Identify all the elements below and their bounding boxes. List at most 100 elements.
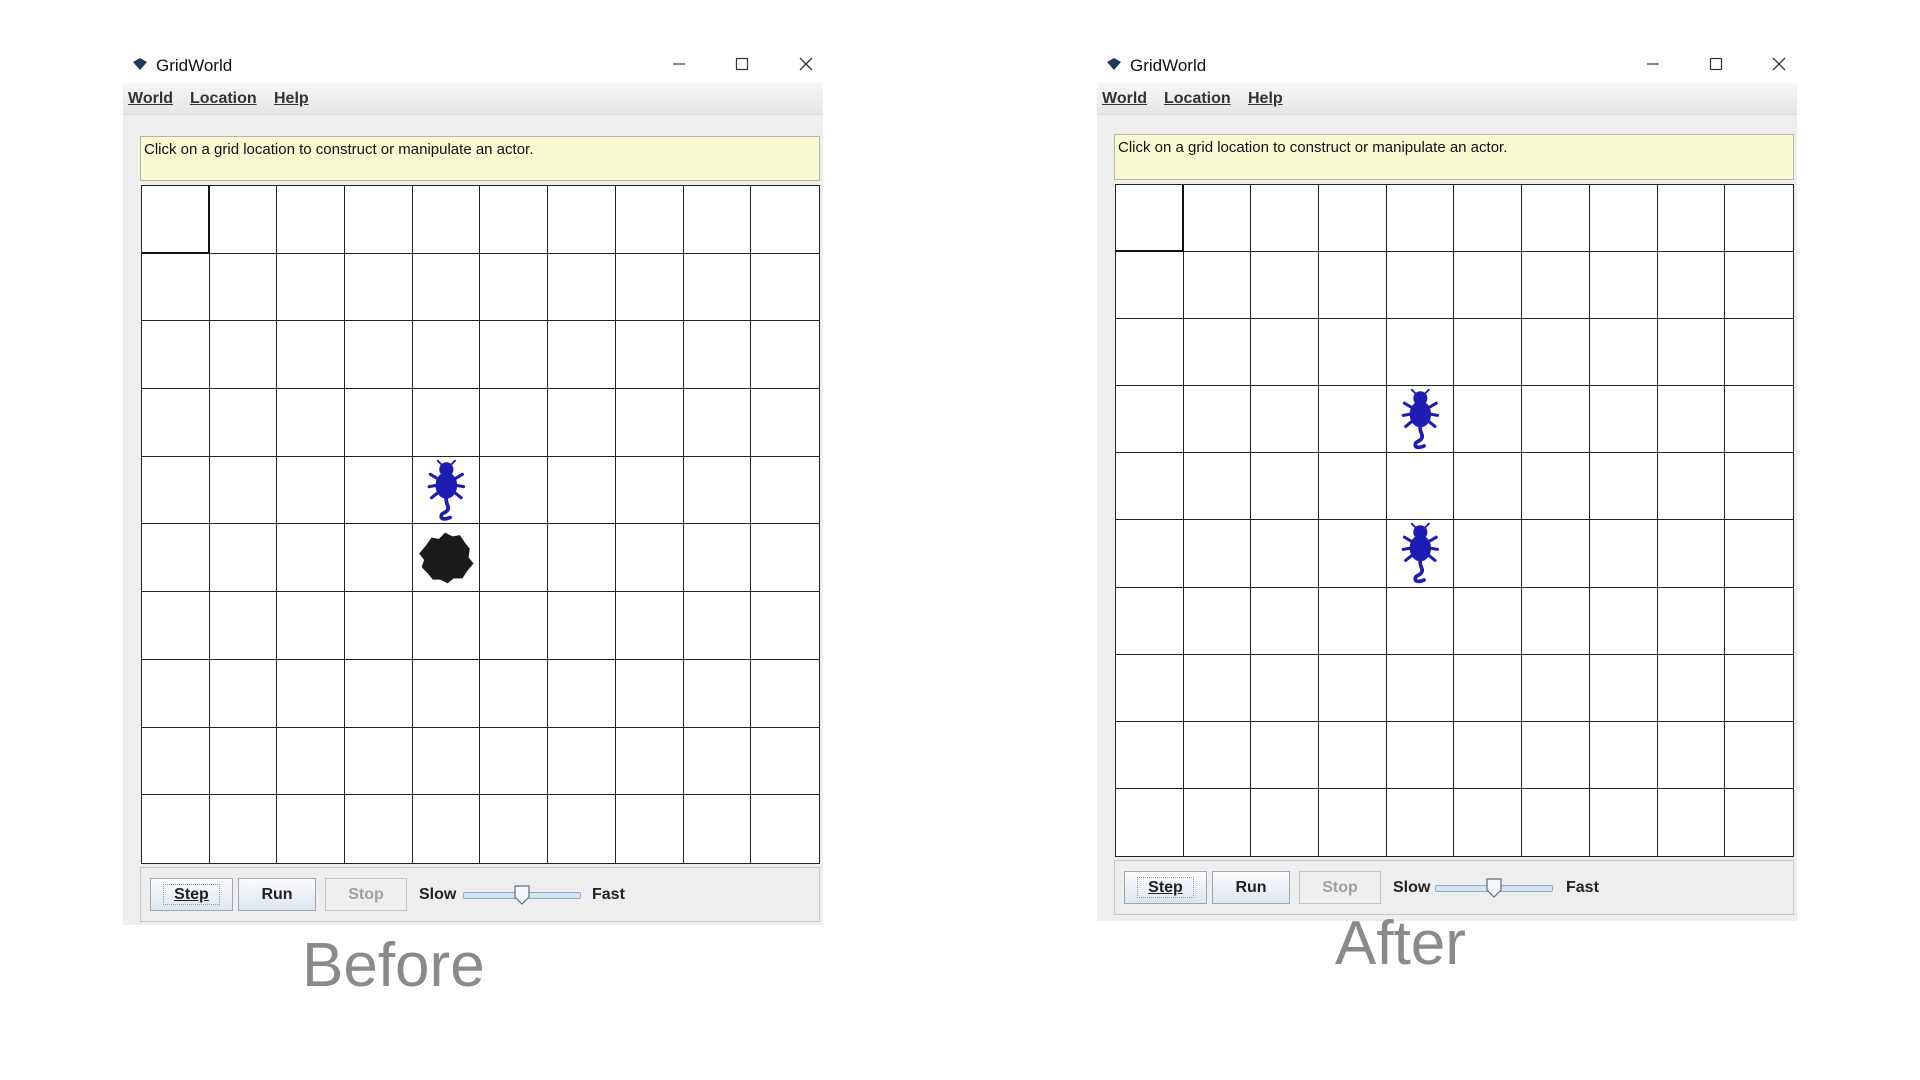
speed-slider[interactable]	[1435, 878, 1553, 898]
grid-cell[interactable]	[1657, 252, 1726, 320]
grid-cell[interactable]	[480, 727, 549, 796]
grid-cell[interactable]	[1589, 654, 1658, 722]
grid-cell[interactable]	[1116, 587, 1184, 655]
grid-cell-selected[interactable]	[142, 186, 210, 254]
grid-cell[interactable]	[548, 727, 616, 796]
menu-location[interactable]: Location	[190, 90, 257, 108]
grid-cell[interactable]	[751, 321, 819, 390]
grid-cell[interactable]	[1522, 252, 1590, 320]
grid-cell[interactable]	[1454, 319, 1523, 387]
grid-cell[interactable]	[1319, 319, 1387, 387]
grid-cell[interactable]	[1251, 654, 1320, 722]
grid-cell[interactable]	[1725, 386, 1793, 454]
grid-cell[interactable]	[683, 186, 752, 254]
grid-cell[interactable]	[1386, 520, 1455, 588]
grid-cell[interactable]	[1589, 520, 1658, 588]
grid-cell[interactable]	[1657, 520, 1726, 588]
grid-cell[interactable]	[1657, 587, 1726, 655]
grid-cell[interactable]	[1116, 319, 1184, 387]
grid-cell[interactable]	[1386, 587, 1455, 655]
grid-cell[interactable]	[1522, 185, 1590, 253]
grid-cell[interactable]	[277, 795, 346, 863]
close-button[interactable]	[776, 47, 836, 81]
grid-cell[interactable]	[1386, 453, 1455, 521]
grid-cell[interactable]	[1522, 721, 1590, 789]
grid-cell[interactable]	[1183, 721, 1252, 789]
grid-cell[interactable]	[480, 659, 549, 728]
grid-cell[interactable]	[277, 727, 346, 796]
grid-cell[interactable]	[1589, 453, 1658, 521]
grid-cell[interactable]	[210, 795, 278, 863]
grid-cell[interactable]	[412, 524, 481, 593]
grid-cell[interactable]	[1386, 721, 1455, 789]
grid-cell[interactable]	[209, 659, 278, 728]
grid-cell[interactable]	[209, 321, 278, 390]
minimize-button[interactable]	[1623, 47, 1683, 81]
grid-cell[interactable]	[548, 389, 616, 457]
grid-cell[interactable]	[1589, 386, 1658, 454]
grid-cell[interactable]	[1454, 788, 1523, 856]
grid-cell[interactable]	[1454, 453, 1523, 521]
grid-cell[interactable]	[1589, 185, 1658, 253]
grid-cell[interactable]	[1657, 721, 1726, 789]
grid-cell[interactable]	[1657, 319, 1726, 387]
grid-cell[interactable]	[751, 660, 819, 728]
grid-cell[interactable]	[1658, 788, 1726, 856]
menu-world[interactable]: World	[1102, 90, 1147, 108]
grid-cell[interactable]	[345, 524, 413, 593]
grid-cell[interactable]	[412, 253, 481, 322]
grid[interactable]	[1115, 184, 1794, 857]
grid-cell[interactable]	[1454, 721, 1523, 789]
grid-cell[interactable]	[277, 253, 346, 322]
grid-cell[interactable]	[615, 389, 684, 457]
grid-cell[interactable]	[345, 389, 413, 457]
grid-cell[interactable]	[1183, 587, 1252, 655]
grid-cell[interactable]	[1657, 654, 1726, 722]
grid-cell[interactable]	[480, 389, 549, 457]
grid-cell[interactable]	[1319, 252, 1387, 320]
grid-cell[interactable]	[751, 457, 819, 525]
grid-cell[interactable]	[142, 524, 210, 593]
grid-cell[interactable]	[142, 253, 210, 322]
grid-cell[interactable]	[1725, 588, 1793, 655]
grid-cell[interactable]	[1319, 654, 1387, 722]
close-button[interactable]	[1749, 47, 1809, 81]
grid-cell[interactable]	[412, 389, 481, 457]
grid-cell[interactable]	[548, 186, 616, 254]
grid-cell-selected[interactable]	[1116, 185, 1184, 253]
menu-help[interactable]: Help	[274, 90, 309, 108]
grid-cell[interactable]	[1319, 587, 1387, 655]
grid-cell[interactable]	[142, 727, 210, 796]
grid-cell[interactable]	[142, 795, 210, 863]
grid-cell[interactable]	[615, 186, 684, 254]
grid-cell[interactable]	[1183, 453, 1252, 521]
grid-cell[interactable]	[142, 389, 210, 457]
grid-cell[interactable]	[1183, 252, 1252, 320]
grid-cell[interactable]	[1116, 386, 1184, 454]
grid-cell[interactable]	[1725, 319, 1793, 387]
grid-cell[interactable]	[683, 524, 752, 593]
grid-cell[interactable]	[1725, 722, 1793, 789]
grid-cell[interactable]	[1386, 185, 1455, 253]
grid-cell[interactable]	[1116, 453, 1184, 521]
grid-cell[interactable]	[751, 795, 819, 863]
grid-cell[interactable]	[1319, 386, 1387, 454]
grid-cell[interactable]	[142, 456, 210, 525]
grid-cell[interactable]	[1116, 721, 1184, 789]
grid-cell[interactable]	[1387, 788, 1455, 856]
grid-cell[interactable]	[1454, 587, 1523, 655]
grid-cell[interactable]	[345, 186, 413, 254]
grid-cell[interactable]	[1657, 453, 1726, 521]
grid-cell[interactable]	[1251, 252, 1320, 320]
grid-cell[interactable]	[209, 456, 278, 525]
menu-location[interactable]: Location	[1164, 90, 1231, 108]
grid-cell[interactable]	[1116, 252, 1184, 320]
grid-cell[interactable]	[345, 253, 413, 322]
slider-thumb[interactable]	[1486, 878, 1502, 898]
grid-cell[interactable]	[1725, 520, 1793, 588]
grid-cell[interactable]	[412, 659, 481, 728]
grid-cell[interactable]	[1386, 252, 1455, 320]
grid-cell[interactable]	[1454, 386, 1523, 454]
grid-cell[interactable]	[1183, 654, 1252, 722]
grid-cell[interactable]	[683, 253, 752, 322]
